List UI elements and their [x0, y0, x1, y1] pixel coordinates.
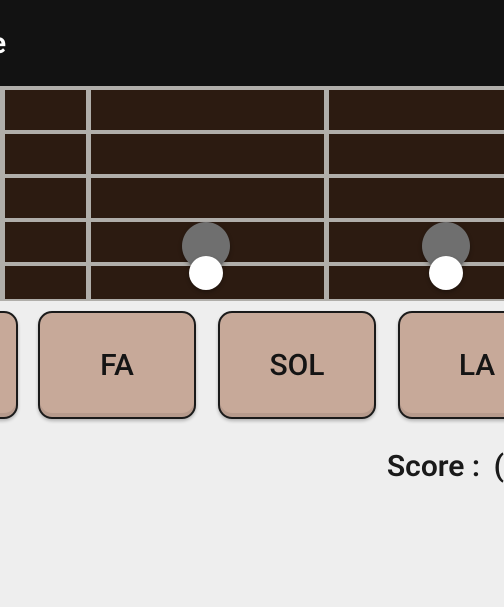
note-button-fa[interactable]: FA: [38, 311, 196, 419]
score-label: Score :: [387, 449, 480, 484]
app-title: e: [0, 26, 6, 61]
fretboard: [0, 86, 504, 301]
note-button-label: LA: [459, 348, 495, 383]
string-3: [0, 174, 504, 178]
string-2: [0, 130, 504, 134]
score-row: Score : (: [0, 449, 504, 484]
string-6: [0, 299, 504, 301]
score-value: (: [494, 449, 504, 484]
note-button-row: FA SOL LA: [0, 311, 504, 421]
fret-2: [86, 86, 91, 301]
string-4: [0, 218, 504, 222]
note-button-prev[interactable]: [0, 311, 18, 419]
note-button-label: SOL: [269, 348, 324, 383]
string-1: [0, 86, 504, 90]
fret-3: [324, 86, 329, 301]
note-indicator-2: [429, 256, 463, 290]
note-indicator-1: [189, 256, 223, 290]
note-button-la[interactable]: LA: [398, 311, 504, 419]
note-button-label: FA: [100, 348, 134, 383]
title-bar: e: [0, 0, 504, 86]
fret-1: [0, 86, 5, 301]
note-button-sol[interactable]: SOL: [218, 311, 376, 419]
